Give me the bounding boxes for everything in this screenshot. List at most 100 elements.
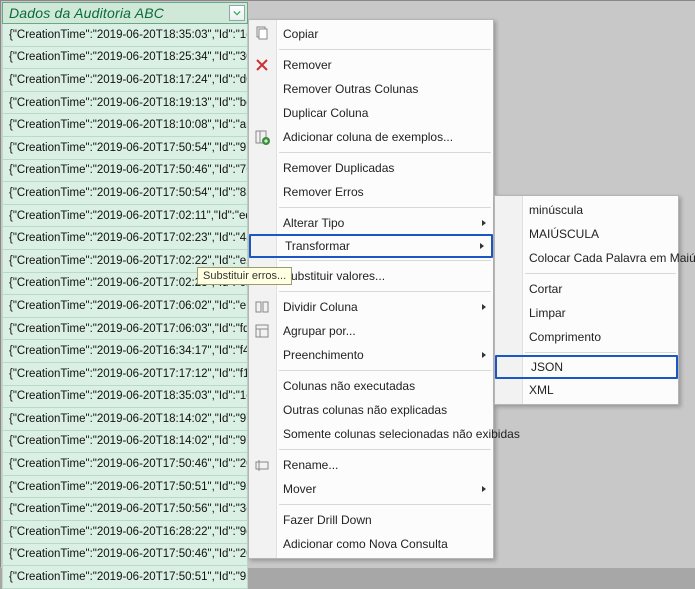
- group-icon: [253, 322, 271, 340]
- menu-item-fazer-drill-down[interactable]: Fazer Drill Down: [249, 508, 493, 532]
- context-menu: Copiar Remover Remover Outras Colunas Dupli…: [248, 19, 494, 559]
- menu-item-dividir-coluna[interactable]: Dividir Coluna: [249, 295, 493, 319]
- menu-item-json[interactable]: JSON: [495, 355, 678, 379]
- submenu-items: minúscula MAIÚSCULAColocar Cada Palavra e…: [495, 198, 678, 402]
- table-row[interactable]: {"CreationTime":"2019-06-20T17:50:54","I…: [2, 182, 248, 205]
- menu-item-mover[interactable]: Mover: [249, 477, 493, 501]
- menu-item-remover-outras-colunas[interactable]: Remover Outras Colunas: [249, 77, 493, 101]
- menu-item-label: Dividir Coluna: [283, 300, 358, 314]
- menu-item-label: minúscula: [529, 203, 583, 217]
- menu-item-cortar[interactable]: Cortar: [495, 277, 678, 301]
- menu-item-label: Comprimento: [529, 330, 601, 344]
- menu-item-remover-duplicadas[interactable]: Remover Duplicadas: [249, 156, 493, 180]
- menu-separator: [279, 504, 491, 505]
- menu-item-remover[interactable]: Remover: [249, 53, 493, 77]
- menu-separator: [279, 152, 491, 153]
- tooltip-substituir-erros: Substituir erros...: [197, 267, 292, 285]
- menu-item-remover-erros[interactable]: Remover Erros: [249, 180, 493, 204]
- menu-item-agrupar-por[interactable]: Agrupar por...: [249, 319, 493, 343]
- add-column-icon: [253, 128, 271, 146]
- menu-item-label: Remover Duplicadas: [283, 161, 394, 175]
- menu-item-label: Alterar Tipo: [283, 216, 344, 230]
- table-row[interactable]: {"CreationTime":"2019-06-20T18:35:03","I…: [2, 24, 248, 47]
- menu-item-adicionar-como-nova-consulta[interactable]: Adicionar como Nova Consulta: [249, 532, 493, 556]
- menu-item-label: Mover: [283, 482, 316, 496]
- menu-item-label: Preenchimento: [283, 348, 364, 362]
- menu-item-colunas-n-o-executadas[interactable]: Colunas não executadas: [249, 374, 493, 398]
- table-row[interactable]: {"CreationTime":"2019-06-20T17:02:23","I…: [2, 227, 248, 250]
- table-row[interactable]: {"CreationTime":"2019-06-20T17:17:12","I…: [2, 363, 248, 386]
- table-row[interactable]: {"CreationTime":"2019-06-20T17:02:11","I…: [2, 205, 248, 228]
- table-row[interactable]: {"CreationTime":"2019-06-20T18:17:24","I…: [2, 69, 248, 92]
- copy-icon: [253, 25, 271, 43]
- table-row[interactable]: {"CreationTime":"2019-06-20T18:14:02","I…: [2, 408, 248, 431]
- table-row[interactable]: {"CreationTime":"2019-06-20T17:50:51","I…: [2, 566, 248, 589]
- menu-item-limpar[interactable]: Limpar: [495, 301, 678, 325]
- context-menu-items: Copiar Remover Remover Outras Colunas Dupli…: [249, 22, 493, 556]
- menu-separator: [279, 49, 491, 50]
- menu-item-label: Colocar Cada Palavra em Maiúscula: [529, 251, 695, 265]
- menu-item-label: Remover: [283, 58, 332, 72]
- table-row[interactable]: {"CreationTime":"2019-06-20T18:14:02","I…: [2, 431, 248, 454]
- menu-item-label: Remover Outras Colunas: [283, 82, 418, 96]
- menu-item-label: JSON: [531, 360, 563, 374]
- transformar-submenu: minúscula MAIÚSCULAColocar Cada Palavra e…: [494, 195, 679, 405]
- data-rows-container: {"CreationTime":"2019-06-20T18:35:03","I…: [2, 24, 248, 589]
- menu-item-label: Somente colunas selecionadas não exibida…: [283, 427, 520, 441]
- table-row[interactable]: {"CreationTime":"2019-06-20T17:50:51","I…: [2, 476, 248, 499]
- table-row[interactable]: {"CreationTime":"2019-06-20T16:34:17","I…: [2, 340, 248, 363]
- menu-item-transformar[interactable]: Transformar: [249, 234, 493, 258]
- table-row[interactable]: {"CreationTime":"2019-06-20T18:10:08","I…: [2, 114, 248, 137]
- menu-item-somente-colunas-selecionadas-n-o-exibidas[interactable]: Somente colunas selecionadas não exibida…: [249, 422, 493, 446]
- table-row[interactable]: {"CreationTime":"2019-06-20T18:25:34","I…: [2, 47, 248, 70]
- table-row[interactable]: {"CreationTime":"2019-06-20T17:06:02","I…: [2, 295, 248, 318]
- menu-item-label: Adicionar como Nova Consulta: [283, 537, 448, 551]
- menu-separator: [279, 291, 491, 292]
- menu-separator: [525, 273, 676, 274]
- menu-item-colocar-cada-palavra-em-mai-scula[interactable]: Colocar Cada Palavra em Maiúscula: [495, 246, 678, 270]
- menu-item-label: Remover Erros: [283, 185, 364, 199]
- split-icon: [253, 298, 271, 316]
- table-row[interactable]: {"CreationTime":"2019-06-20T17:50:56","I…: [2, 498, 248, 521]
- menu-item-label: Adicionar coluna de exemplos...: [283, 130, 453, 144]
- column-filter-dropdown[interactable]: [229, 5, 245, 21]
- menu-item-label: Duplicar Coluna: [283, 106, 368, 120]
- menu-separator: [279, 207, 491, 208]
- menu-item-label: Rename...: [283, 458, 338, 472]
- chevron-down-icon: [233, 9, 241, 17]
- menu-item-copiar[interactable]: Copiar: [249, 22, 493, 46]
- menu-item-alterar-tipo[interactable]: Alterar Tipo: [249, 211, 493, 235]
- table-row[interactable]: {"CreationTime":"2019-06-20T16:28:22","I…: [2, 521, 248, 544]
- chevron-right-icon: [481, 216, 487, 230]
- column-header-title: Dados da Auditoria ABC: [9, 5, 164, 21]
- table-row[interactable]: {"CreationTime":"2019-06-20T17:06:03","I…: [2, 318, 248, 341]
- chevron-right-icon: [481, 300, 487, 314]
- menu-item-rename[interactable]: Rename...: [249, 453, 493, 477]
- remove-icon: [253, 56, 271, 74]
- menu-item-label: Copiar: [283, 27, 318, 41]
- table-row[interactable]: {"CreationTime":"2019-06-20T17:50:46","I…: [2, 544, 248, 567]
- menu-item-label: XML: [529, 383, 554, 397]
- menu-item-outras-colunas-n-o-explicadas[interactable]: Outras colunas não explicadas: [249, 398, 493, 422]
- chevron-right-icon: [481, 482, 487, 496]
- menu-item-label: Limpar: [529, 306, 566, 320]
- menu-separator: [525, 352, 676, 353]
- menu-separator: [279, 370, 491, 371]
- table-row[interactable]: {"CreationTime":"2019-06-20T17:50:46","I…: [2, 453, 248, 476]
- table-row[interactable]: {"CreationTime":"2019-06-20T17:50:54","I…: [2, 137, 248, 160]
- chevron-right-icon: [479, 239, 485, 253]
- menu-item-mai-scula[interactable]: MAIÚSCULA: [495, 222, 678, 246]
- menu-item-label: Transformar: [285, 239, 350, 253]
- column-header[interactable]: Dados da Auditoria ABC: [2, 2, 248, 24]
- menu-item-comprimento[interactable]: Comprimento: [495, 325, 678, 349]
- menu-item-min-scula[interactable]: minúscula: [495, 198, 678, 222]
- table-row[interactable]: {"CreationTime":"2019-06-20T17:50:46","I…: [2, 160, 248, 183]
- table-row[interactable]: {"CreationTime":"2019-06-20T18:19:13","I…: [2, 92, 248, 115]
- table-row[interactable]: {"CreationTime":"2019-06-20T18:35:03","I…: [2, 386, 248, 409]
- menu-item-preenchimento[interactable]: Preenchimento: [249, 343, 493, 367]
- menu-item-label: Cortar: [529, 282, 562, 296]
- menu-item-xml[interactable]: XML: [495, 378, 678, 402]
- menu-separator: [279, 260, 491, 261]
- menu-item-duplicar-coluna[interactable]: Duplicar Coluna: [249, 101, 493, 125]
- menu-item-adicionar-coluna-de-exemplos[interactable]: Adicionar coluna de exemplos...: [249, 125, 493, 149]
